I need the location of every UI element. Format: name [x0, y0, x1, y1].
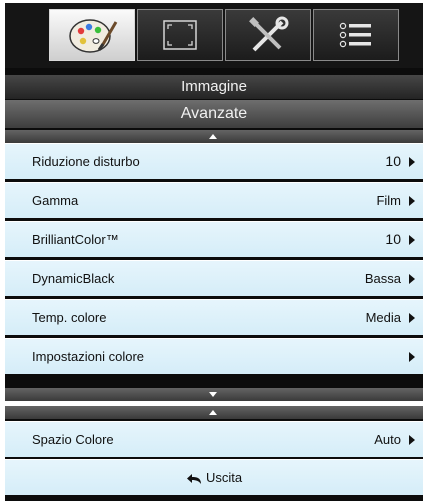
menu-item-impostazioni-colore[interactable]: Impostazioni colore: [5, 338, 423, 374]
menu-item-temp-colore[interactable]: Temp. colore Media: [5, 299, 423, 335]
chevron-right-icon: [409, 352, 415, 362]
menu-item-dynamicblack[interactable]: DynamicBlack Bassa: [5, 260, 423, 296]
menu-subtitle: Avanzate: [5, 100, 423, 128]
screen-resize-icon: [163, 20, 197, 50]
osd-menu-panel-page2: Spazio Colore Auto Uscita: [5, 406, 423, 501]
menu-item-value: Film: [376, 193, 401, 208]
exit-label-wrap: Uscita: [5, 460, 423, 495]
menu-item-label: Spazio Colore: [32, 432, 114, 447]
menu-item-spazio-colore[interactable]: Spazio Colore Auto: [5, 421, 423, 457]
menu-item-value: Media: [365, 310, 401, 325]
list-icon: [339, 22, 371, 48]
chevron-right-icon: [409, 157, 415, 167]
tab-impostazioni[interactable]: [225, 9, 311, 61]
osd-menu-panel: Immagine Avanzate Riduzione disturbo 10 …: [5, 3, 423, 401]
menu-item-value: 10: [385, 153, 401, 169]
tab-opzioni[interactable]: [313, 9, 399, 61]
menu-item-value: 10: [385, 231, 401, 247]
palette-icon: [69, 19, 118, 53]
menu-title: Immagine: [5, 75, 423, 99]
exit-label: Uscita: [205, 470, 243, 485]
chevron-right-icon: [409, 313, 415, 323]
tab-bar: [5, 3, 423, 68]
menu-item-riduzione-disturbo[interactable]: Riduzione disturbo 10: [5, 143, 423, 179]
menu-item-label: Gamma: [32, 193, 79, 208]
menu-item-label: DynamicBlack: [32, 271, 115, 286]
menu-item-value: Bassa: [364, 271, 401, 286]
tab-schermo[interactable]: [137, 9, 223, 61]
scroll-up-button[interactable]: [5, 406, 423, 419]
menu-item-label: Impostazioni colore: [32, 349, 144, 364]
chevron-right-icon: [409, 274, 415, 284]
scroll-up-button[interactable]: [5, 130, 423, 143]
tab-immagine[interactable]: [49, 9, 135, 61]
menu-item-brilliantcolor[interactable]: BrilliantColor™ 10: [5, 221, 423, 257]
arrow-down-icon: [209, 392, 217, 397]
exit-button[interactable]: Uscita: [5, 459, 423, 495]
return-arrow-icon: [186, 473, 201, 484]
scroll-down-button[interactable]: [5, 388, 423, 401]
menu-item-value: Auto: [374, 432, 401, 447]
chevron-right-icon: [409, 235, 415, 245]
menu-item-label: Riduzione disturbo: [32, 154, 140, 169]
chevron-right-icon: [409, 196, 415, 206]
menu-item-gamma[interactable]: Gamma Film: [5, 182, 423, 218]
arrow-up-icon: [209, 134, 217, 139]
arrow-up-icon: [209, 410, 217, 415]
menu-item-label: Temp. colore: [32, 310, 107, 325]
chevron-right-icon: [409, 435, 415, 445]
menu-item-label: BrilliantColor™: [32, 232, 119, 247]
tools-icon: [249, 16, 289, 52]
